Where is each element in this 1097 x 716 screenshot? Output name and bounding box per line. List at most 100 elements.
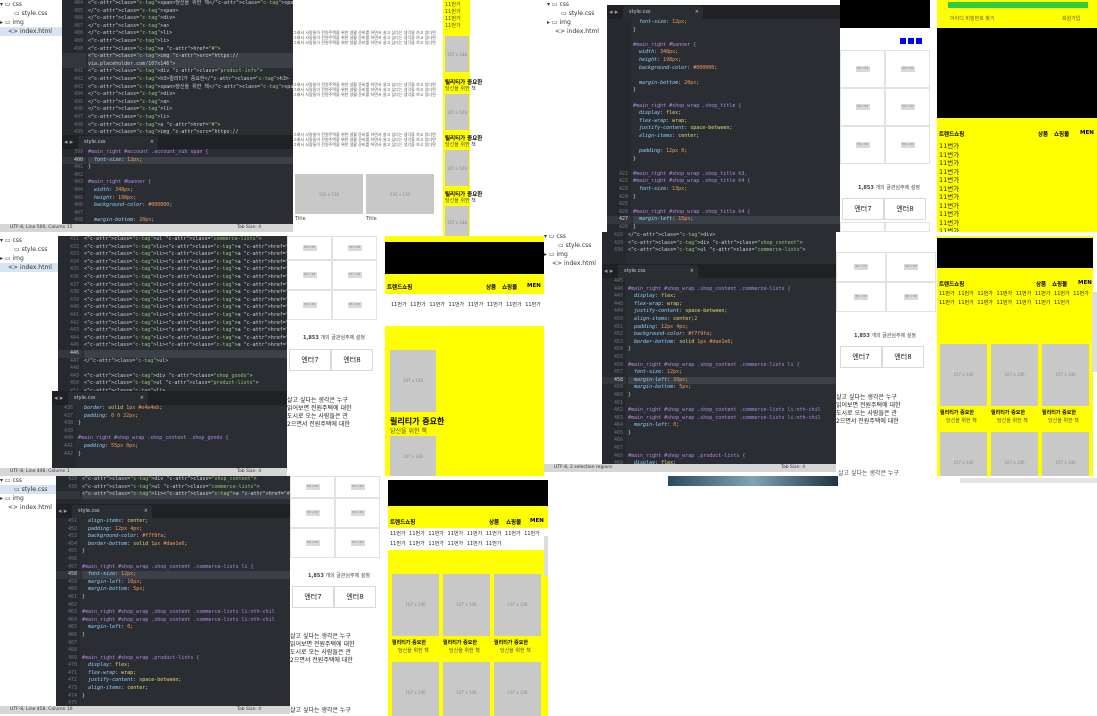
commerce-item[interactable]: 11번가 xyxy=(449,302,465,308)
commerce-item[interactable]: 11번가 xyxy=(1016,291,1032,297)
tree-folder-css[interactable]: ▾ ▭ css xyxy=(547,0,607,9)
commerce-item[interactable]: 11번가 xyxy=(429,302,445,308)
tab-nav-arrows[interactable]: ◂ ▸ xyxy=(54,391,63,405)
nav-item[interactable]: MEN xyxy=(1080,130,1094,136)
code-line[interactable]: margin-left: 15px; xyxy=(633,216,840,225)
product-thumb[interactable]: 107 x 146 xyxy=(443,662,490,716)
code-line[interactable] xyxy=(628,400,836,408)
product-thumb[interactable]: 107 x 146 xyxy=(494,662,541,716)
code-line[interactable]: <"c-attr">class="c-tag">ul "c-attr">clas… xyxy=(84,236,287,244)
commerce-item[interactable]: 11번가 xyxy=(468,302,484,308)
commerce-item[interactable]: 11번가 xyxy=(524,531,540,537)
commerce-item[interactable]: 11번가 xyxy=(390,531,406,537)
product-thumb[interactable]: 107 x 146 xyxy=(940,432,987,476)
tab-enter7[interactable]: 엔터7 xyxy=(840,346,882,368)
code-line[interactable]: margin-bottom: 20px; xyxy=(633,80,840,88)
css-editor-pane[interactable]: 421422423424425426427428429430431 font-s… xyxy=(607,19,840,232)
code-line[interactable]: flex-wrap: wrap; xyxy=(82,670,290,678)
code-line[interactable]: #main_right #shop_wrap .shop_title { xyxy=(633,103,840,111)
code-line[interactable]: <"c-attr">class="c-tag">li><"c-attr">cla… xyxy=(82,491,290,499)
tree-file-index[interactable]: <> index.html xyxy=(544,259,604,268)
code-line[interactable]: #main_right #shop_wrap .product-lists { xyxy=(628,453,836,461)
tab-enter7[interactable]: 엔터7 xyxy=(289,349,331,371)
code-line[interactable]: </"c-attr">class="c-tag">div> xyxy=(88,15,293,23)
code-line[interactable]: align-items: center; xyxy=(82,685,290,693)
code-line[interactable] xyxy=(628,437,836,445)
code-line[interactable]: </"c-attr">class="c-tag">li> xyxy=(88,30,293,38)
code-line[interactable]: #main_right #shop_wrap .shop_title h3, xyxy=(633,171,840,179)
code-line[interactable]: #main_right #shop_wrap .shop_content .sh… xyxy=(78,435,287,443)
product-thumb[interactable]: 107 x 146 xyxy=(1042,432,1089,476)
close-icon[interactable]: × xyxy=(140,392,144,405)
commerce-item[interactable]: 11번가 xyxy=(448,531,464,537)
code-line[interactable]: background-color: #f7f9fa; xyxy=(628,331,836,339)
code-line[interactable]: border: solid 1px #e4e4eb; xyxy=(78,405,287,413)
product-thumb[interactable]: 107 x 146 xyxy=(1042,344,1089,406)
commerce-item[interactable]: 11번가 xyxy=(486,541,502,547)
commerce-item[interactable]: 11번가 xyxy=(505,531,521,537)
commerce-item[interactable]: 11번가 xyxy=(939,193,959,201)
code-line[interactable]: background-color: #000000; xyxy=(88,202,293,210)
code-line[interactable]: <"c-attr">class="c-tag">ul "c-attr">clas… xyxy=(628,247,836,255)
code-line[interactable]: <"c-attr">class="c-tag">li><"c-attr">cla… xyxy=(84,312,287,320)
code-line[interactable] xyxy=(633,95,840,103)
code-line[interactable]: <"c-attr">class="c-tag">a "c-attr">href=… xyxy=(88,46,293,54)
commerce-item[interactable]: 11번가 xyxy=(428,531,444,537)
code-line[interactable]: #main_right #shop_wrap .shop_content .co… xyxy=(628,407,836,415)
code-line[interactable]: } xyxy=(78,451,287,459)
tab-style-css[interactable]: style.css × xyxy=(618,265,698,278)
code-line[interactable]: align-items: center;2 xyxy=(628,316,836,324)
code-line[interactable]: padding: 0 0 22px; xyxy=(78,413,287,421)
code-line[interactable]: <"c-attr">class="c-tag">ul "c-attr">clas… xyxy=(84,380,287,388)
code-line[interactable]: #main_right #account .account_sub span { xyxy=(88,149,293,157)
code-line[interactable]: margin-bottom: 5px; xyxy=(82,586,290,594)
code-line[interactable] xyxy=(628,278,836,286)
html-editor-pane[interactable]: 428 429 430 </"c-attr">class="c-tag">div> <… xyxy=(602,232,836,264)
tree-file-style[interactable]: ▭ style.css xyxy=(544,241,604,250)
code-line[interactable]: via.placeholder.com/107x146"> xyxy=(88,60,293,69)
code-line[interactable]: height: 198px; xyxy=(633,57,840,65)
tree-file-index[interactable]: <> index.html xyxy=(547,27,607,36)
css-editor-pane[interactable]: 399 400 401 402 403 404 405 406 407 408 #main_rig… xyxy=(62,149,293,224)
product-thumb[interactable]: 107 x 146 xyxy=(443,574,490,636)
commerce-item[interactable]: 11번가 xyxy=(391,302,407,308)
code-line[interactable] xyxy=(633,72,840,80)
nav-item[interactable]: 상품 xyxy=(489,518,499,526)
code-line[interactable] xyxy=(628,445,836,453)
code-line[interactable]: padding: 12px 0; xyxy=(633,148,840,156)
code-line[interactable]: </"c-attr">class="c-tag">ul> xyxy=(84,358,287,366)
join-link[interactable]: 회원가입 xyxy=(1062,15,1080,22)
tab-enter8[interactable]: 엔터8 xyxy=(331,349,373,371)
commerce-item[interactable]: 11번가 xyxy=(410,302,426,308)
commerce-item[interactable]: 11번가 xyxy=(977,291,993,297)
commerce-item[interactable]: 11번가 xyxy=(467,541,483,547)
code-line[interactable]: <"c-attr">class="c-tag">img "c-attr">src… xyxy=(88,53,293,61)
commerce-item[interactable]: 11번가 xyxy=(390,541,406,547)
commerce-item[interactable]: 11번가 xyxy=(486,531,502,537)
tab-nav-arrows[interactable]: ◂ ▸ xyxy=(609,5,618,19)
code-line[interactable]: } xyxy=(82,594,290,602)
code-line[interactable] xyxy=(633,201,840,209)
code-line[interactable]: } xyxy=(628,392,836,400)
product-thumb[interactable]: 107 x 146 xyxy=(991,344,1038,406)
css-editor-pane[interactable]: 445 446 447 448 449 450 451 452 453 454 455 456 457 4… xyxy=(602,278,836,464)
tab-style-css[interactable]: style.css × xyxy=(72,505,152,518)
code-line[interactable] xyxy=(82,640,290,648)
code-line[interactable]: } xyxy=(82,548,290,556)
code-line[interactable]: <"c-attr">class="c-tag">li><"c-attr">cla… xyxy=(84,274,287,282)
code-line[interactable]: display: flex; xyxy=(633,110,840,118)
code-line[interactable]: <"c-attr">class="c-tag">div "c-attr">cla… xyxy=(84,373,287,381)
html-editor-pane[interactable]: 429 430 <"c-attr">class="c-tag">div "c-at… xyxy=(56,476,290,504)
nav-item[interactable]: 쇼핑몰 xyxy=(506,518,521,526)
code-line[interactable]: #main_right #shop_wrap .shop_content .co… xyxy=(82,617,290,625)
css-editor-pane[interactable]: 436 437 438 439 440 441 442 border: solid 1px … xyxy=(52,405,287,468)
code-line[interactable]: height: 198px; xyxy=(88,195,293,203)
code-line[interactable]: margin-left: 0; xyxy=(82,624,290,632)
code-line[interactable]: font-size: 12px; xyxy=(633,19,840,27)
commerce-item[interactable]: 11번가 xyxy=(428,541,444,547)
nav-item[interactable]: 쇼핑몰 xyxy=(1054,130,1069,138)
code-line[interactable]: border-bottom: solid 1px #dae1e6; xyxy=(628,339,836,347)
commerce-item[interactable]: 11번가 xyxy=(958,291,974,297)
close-icon[interactable]: × xyxy=(150,136,154,149)
code-line[interactable]: <"c-attr">class="c-tag">li> xyxy=(88,114,293,122)
